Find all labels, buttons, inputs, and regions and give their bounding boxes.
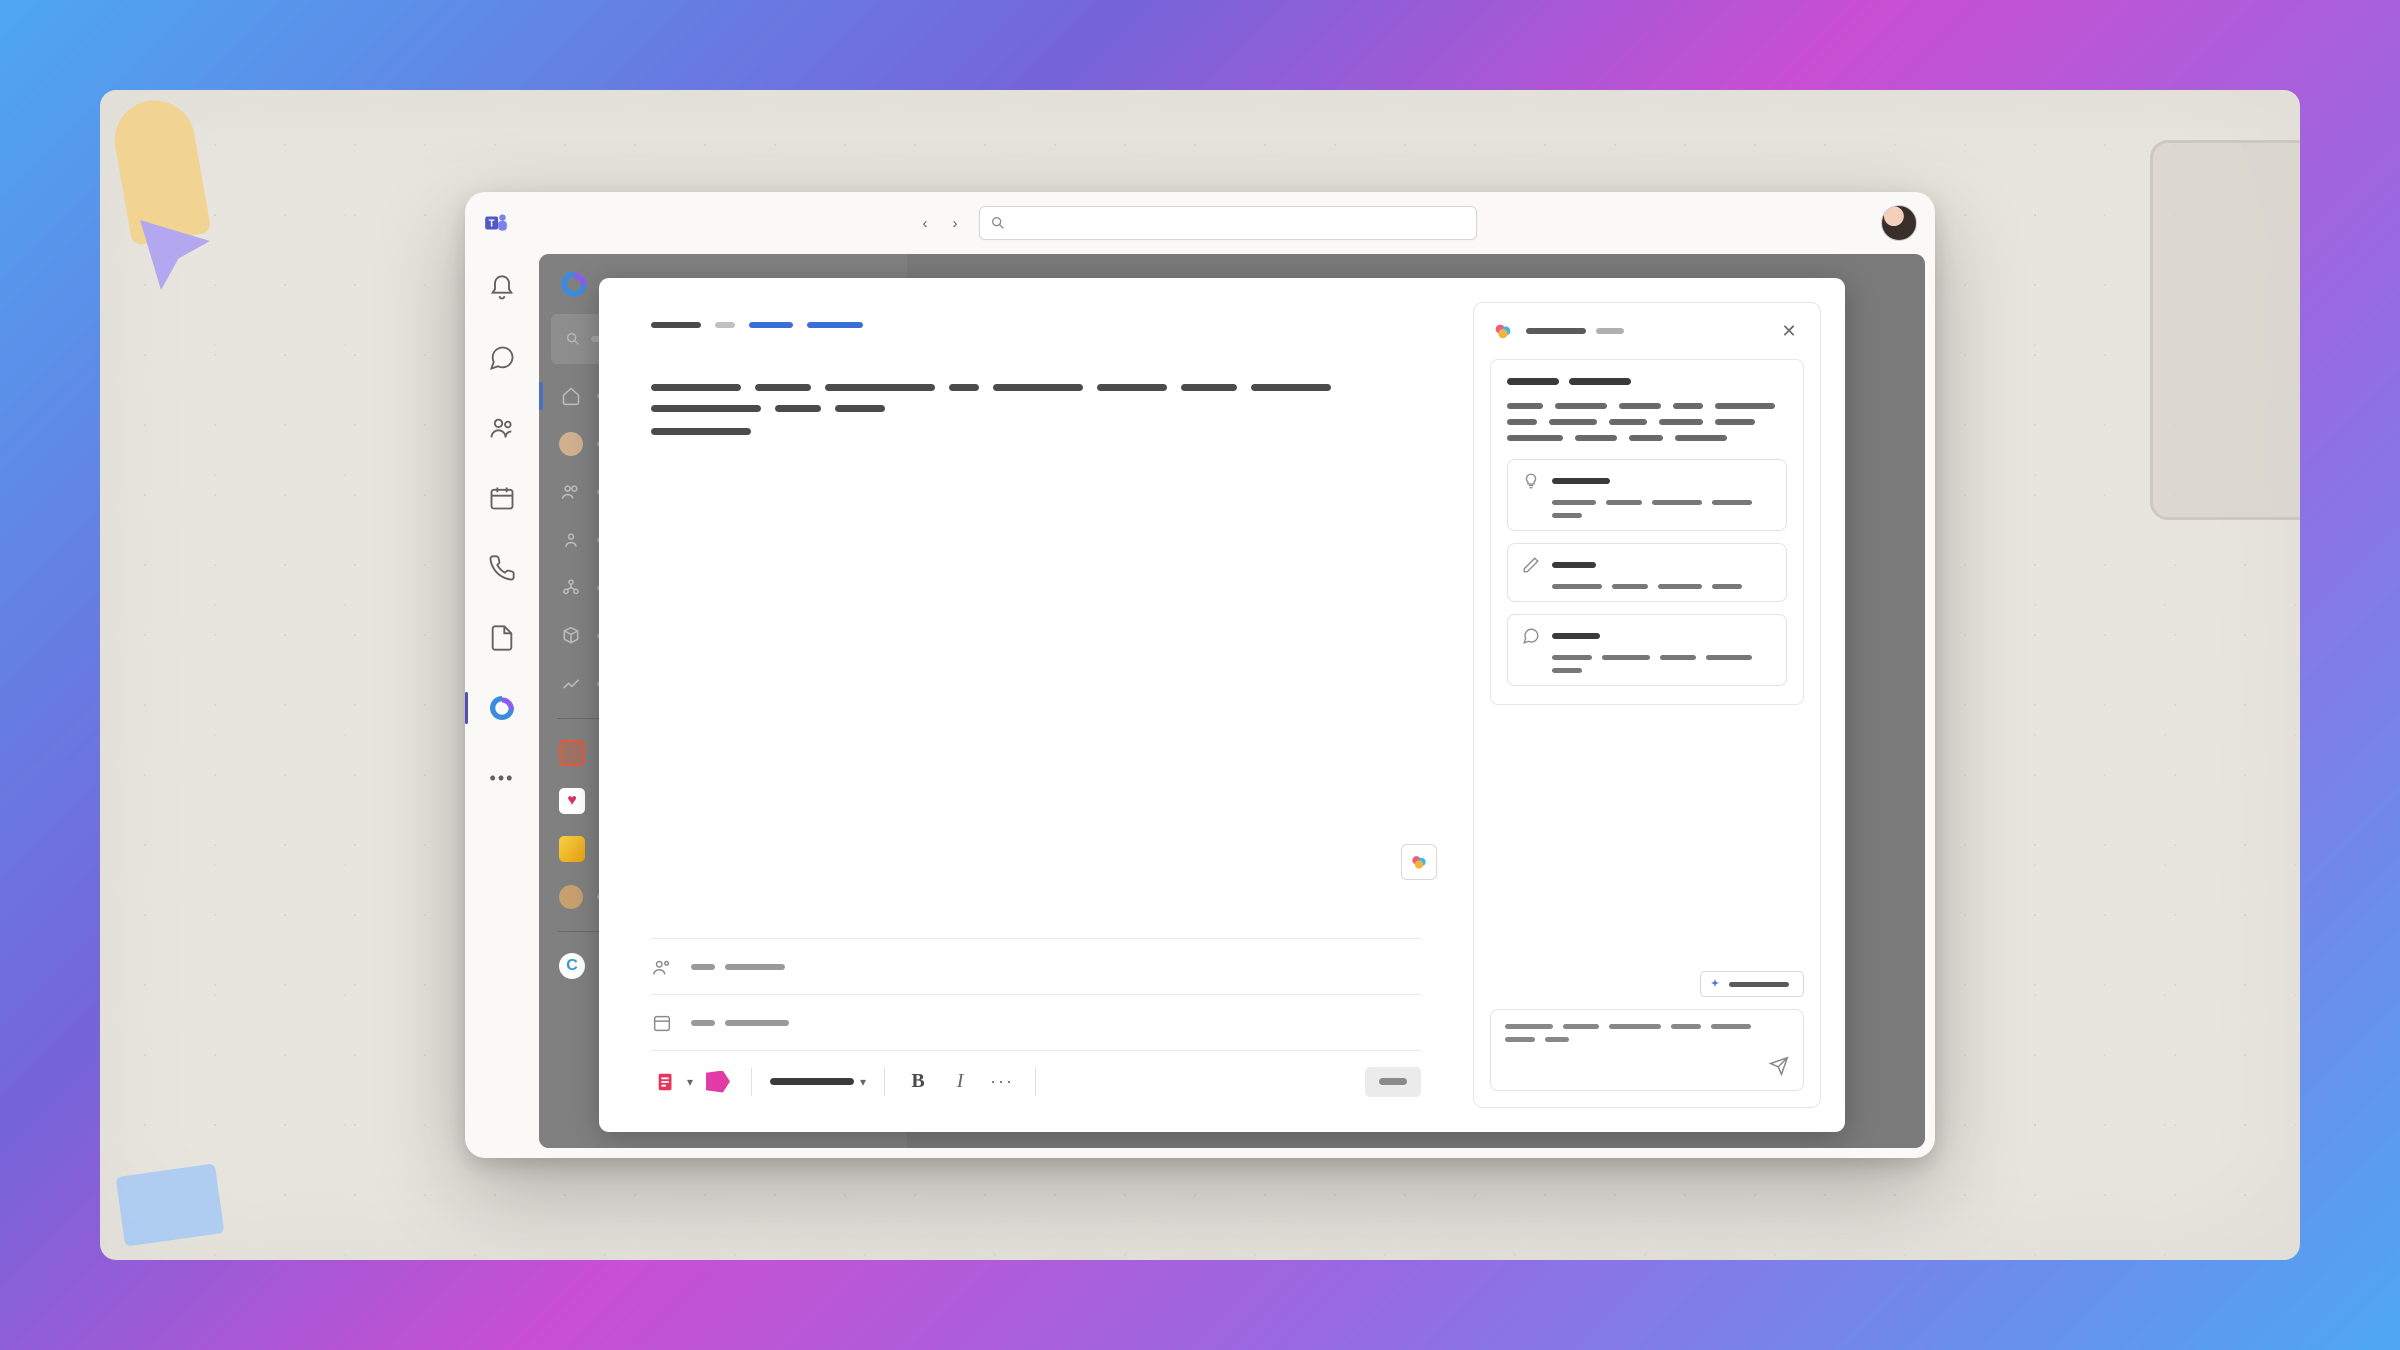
trend-icon (559, 672, 583, 696)
rail-activity[interactable] (465, 266, 539, 310)
copilot-intro-card (1490, 359, 1804, 705)
copilot-close-button[interactable]: ✕ (1776, 318, 1802, 344)
bold-button[interactable]: B (903, 1067, 933, 1097)
people-alt-icon (559, 528, 583, 552)
svg-text:T: T (489, 218, 495, 229)
prop-brush (108, 94, 211, 246)
rail-calls[interactable] (465, 546, 539, 590)
app-icon: C (559, 953, 585, 979)
rail-more-button[interactable]: ••• (465, 756, 539, 800)
people-icon (559, 480, 583, 504)
loop-icon (486, 692, 518, 724)
home-icon (559, 384, 583, 408)
avatar-icon (559, 432, 583, 456)
sparkle-icon (1709, 978, 1721, 990)
rail-chat[interactable] (465, 336, 539, 380)
copilot-icon (1409, 852, 1429, 872)
desk-scene: T ‹ › (100, 90, 2300, 1260)
app-rail: ••• (465, 254, 539, 1158)
component-icon (655, 1071, 677, 1093)
loop-app-surface: ♥ C (539, 254, 1925, 1148)
copilot-suggestion[interactable] (1507, 543, 1787, 602)
prop-sticky-note (116, 1163, 225, 1246)
italic-button[interactable]: I (945, 1067, 975, 1097)
bell-icon (488, 274, 516, 302)
copilot-panel: ✕ (1473, 302, 1821, 1108)
insert-component-button[interactable] (651, 1067, 681, 1097)
rail-loop[interactable] (465, 686, 539, 730)
user-avatar[interactable] (1881, 205, 1917, 241)
search-icon (990, 215, 1006, 231)
meta-date-row[interactable] (651, 994, 1421, 1050)
loop-logo-icon (557, 267, 591, 301)
copilot-suggestion[interactable] (1507, 614, 1787, 686)
announce-button[interactable] (703, 1067, 733, 1097)
copilot-icon (1492, 320, 1514, 342)
chevron-down-icon[interactable]: ▾ (687, 1075, 693, 1089)
people-icon (488, 414, 516, 442)
copilot-new-topic-button[interactable] (1700, 971, 1804, 997)
file-icon (488, 624, 516, 652)
toolbar-more-button[interactable]: ··· (987, 1067, 1017, 1097)
calendar-icon (651, 1012, 673, 1034)
send-button[interactable] (1365, 1067, 1421, 1097)
phone-icon (488, 554, 516, 582)
heart-icon: ♥ (559, 788, 585, 814)
teams-logo-icon: T (483, 210, 509, 236)
loop-page: ▾ ▾ B I ·· (599, 278, 1845, 1132)
copilot-title (1526, 328, 1624, 334)
chat-bubble-icon (1522, 627, 1540, 645)
chevron-down-icon: ▾ (860, 1075, 866, 1089)
teams-window: T ‹ › (465, 192, 1935, 1158)
nav-back-button[interactable]: ‹ (913, 211, 937, 235)
meta-people-row[interactable] (651, 938, 1421, 994)
nav-forward-button[interactable]: › (943, 211, 967, 235)
font-picker[interactable]: ▾ (770, 1075, 866, 1089)
send-icon[interactable] (1769, 1056, 1789, 1076)
avatar-icon (559, 885, 583, 909)
pencil-icon (1522, 556, 1540, 574)
people-icon (651, 956, 673, 978)
rail-teams[interactable] (465, 406, 539, 450)
copilot-inline-button[interactable] (1401, 844, 1437, 880)
gradient-backdrop: T ‹ › (0, 0, 2400, 1350)
search-input[interactable] (979, 206, 1477, 240)
copilot-input[interactable] (1490, 1009, 1804, 1091)
search-icon (565, 331, 581, 347)
copilot-suggestion[interactable] (1507, 459, 1787, 531)
rail-calendar[interactable] (465, 476, 539, 520)
document-canvas[interactable]: ▾ ▾ B I ·· (599, 278, 1473, 1132)
editor-toolbar: ▾ ▾ B I ·· (651, 1050, 1421, 1112)
org-icon (559, 576, 583, 600)
breadcrumb[interactable] (651, 322, 1421, 328)
cube-icon (559, 624, 583, 648)
document-body[interactable] (651, 384, 1421, 451)
lightbulb-icon (1522, 472, 1540, 490)
titlebar: T ‹ › (465, 192, 1935, 254)
app-icon (559, 836, 585, 862)
rail-files[interactable] (465, 616, 539, 660)
calendar-icon (488, 484, 516, 512)
app-icon (559, 740, 585, 766)
chat-icon (488, 344, 516, 372)
megaphone-icon (706, 1071, 730, 1093)
prop-card-stack (2150, 140, 2300, 520)
